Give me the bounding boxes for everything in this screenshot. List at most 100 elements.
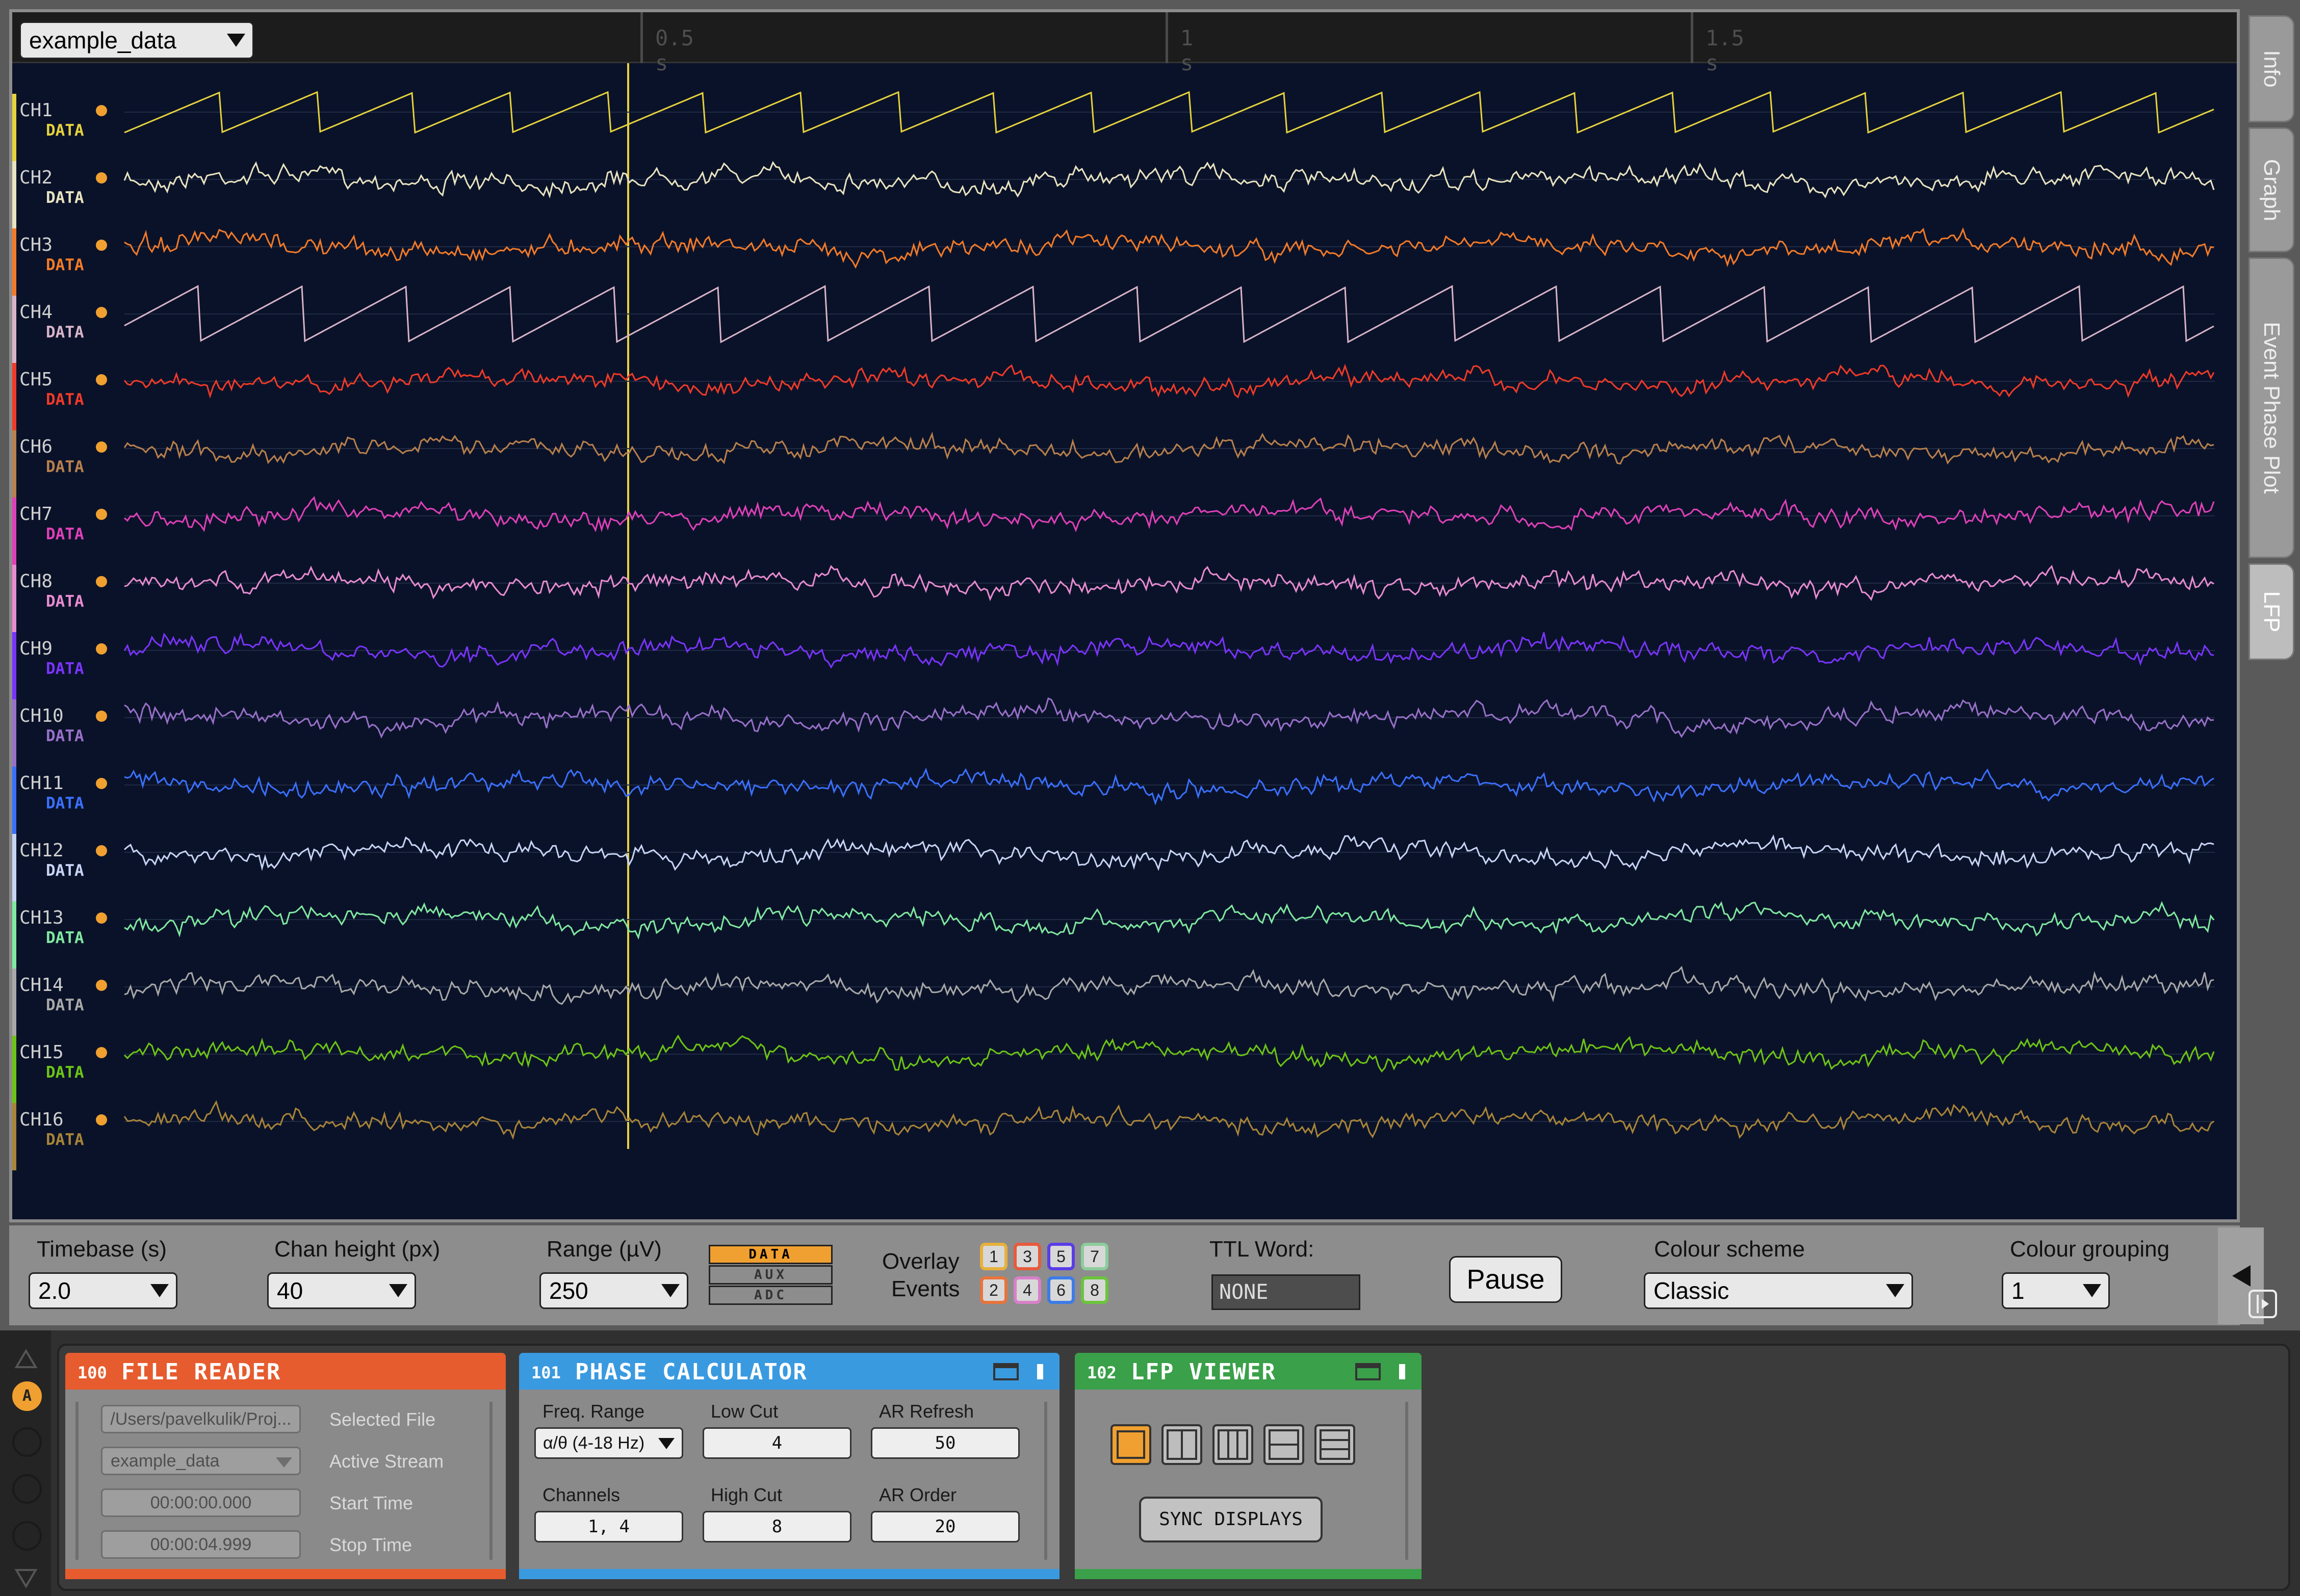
toggle-editor-icon[interactable]: [2249, 1290, 2277, 1318]
scroll-down-icon[interactable]: [14, 1568, 38, 1588]
channels-selector-button[interactable]: 1, 4: [534, 1511, 683, 1542]
range-label: Range (µV): [547, 1237, 662, 1262]
selected-file-field[interactable]: /Users/pavelkulik/Proj...: [101, 1405, 301, 1433]
overlay-events-label-2: Events: [891, 1276, 960, 1301]
right-resize-handle[interactable]: [1044, 1402, 1047, 1560]
lfp-viewer-footer: [1075, 1569, 1422, 1579]
tab-info-label: Info: [2259, 50, 2284, 88]
left-resize-handle[interactable]: [75, 1402, 79, 1560]
overlay-event-4-button[interactable]: 4: [1014, 1276, 1041, 1304]
start-time-field[interactable]: 00:00:00.000: [101, 1488, 301, 1517]
channels-label: Channels: [542, 1484, 621, 1505]
overlay-events-label: Overlay: [882, 1249, 960, 1274]
pause-button[interactable]: Pause: [1449, 1256, 1562, 1303]
channel-trace: [124, 496, 2215, 533]
overlay-event-5-button[interactable]: 5: [1047, 1243, 1075, 1270]
ar-order-label: AR Order: [879, 1484, 957, 1505]
layout-two-columns-button[interactable]: [1161, 1424, 1202, 1465]
low-cut-label: Low Cut: [711, 1401, 779, 1422]
layout-two-rows-icon: [1269, 1429, 1299, 1460]
lfp-viewer-editor[interactable]: 102 LFP VIEWER SYNC DISPLAYS: [1075, 1353, 1422, 1579]
chevron-down-icon: [150, 1284, 169, 1297]
layout-three-rows-icon: [1320, 1429, 1350, 1460]
tab-lfp-label: LFP: [2259, 591, 2284, 633]
range-dropdown[interactable]: 250: [539, 1272, 688, 1309]
channel-trace: [124, 965, 2214, 1005]
tab-graph[interactable]: Graph: [2249, 127, 2294, 252]
signal-chain-slot[interactable]: [12, 1474, 42, 1504]
ttl-word-label: TTL Word:: [1209, 1237, 1314, 1262]
processor-id: 101: [531, 1363, 561, 1382]
stop-time-field[interactable]: 00:00:04.999: [101, 1530, 301, 1559]
collapse-editor-icon[interactable]: [993, 1363, 1019, 1380]
phase-calculator-editor[interactable]: 101 PHASE CALCULATOR Freq. Range α/θ (4-…: [519, 1353, 1059, 1579]
overlay-event-7-button[interactable]: 7: [1081, 1243, 1108, 1270]
chevron-down-icon: [276, 1457, 292, 1468]
freq-range-label: Freq. Range: [542, 1401, 645, 1422]
freq-range-value: α/θ (4-18 Hz): [543, 1433, 645, 1453]
stream-selector-dropdown[interactable]: example_data: [19, 21, 254, 59]
layout-three-rows-button[interactable]: [1314, 1424, 1355, 1465]
signal-chain-slot[interactable]: [12, 1521, 42, 1551]
overlay-event-2-button[interactable]: 2: [980, 1276, 1007, 1304]
layout-three-columns-button[interactable]: [1212, 1424, 1253, 1465]
colour-grouping-dropdown[interactable]: 1: [2002, 1272, 2110, 1309]
range-type-adc-button[interactable]: ADC: [709, 1286, 833, 1305]
time-tick: 0.5 s: [640, 12, 694, 75]
channel-trace: [123, 632, 2214, 669]
ar-refresh-input[interactable]: 50: [871, 1427, 1020, 1459]
chevron-down-icon: [658, 1438, 675, 1449]
signal-chain-a-button[interactable]: A: [12, 1381, 42, 1411]
chevron-down-icon: [661, 1284, 680, 1297]
low-cut-input[interactable]: 4: [703, 1427, 851, 1459]
file-reader-editor[interactable]: 100 FILE READER /Users/pavelkulik/Proj..…: [65, 1353, 506, 1579]
overlay-event-3-button[interactable]: 3: [1014, 1243, 1041, 1270]
chan-height-dropdown[interactable]: 40: [267, 1272, 416, 1309]
tab-lfp[interactable]: LFP: [2249, 563, 2294, 660]
active-stream-label: Active Stream: [329, 1451, 444, 1472]
tab-graph-label: Graph: [2259, 159, 2284, 221]
layout-single-button[interactable]: [1110, 1424, 1151, 1465]
ttl-word-field: NONE: [1211, 1274, 1360, 1310]
signal-chain-slot[interactable]: [12, 1427, 42, 1457]
processor-id: 102: [1087, 1363, 1117, 1382]
timebase-value: 2.0: [38, 1277, 71, 1304]
tab-event-phase-plot-label: Event Phase Plot: [2259, 322, 2284, 494]
overlay-event-6-button[interactable]: 6: [1047, 1276, 1075, 1304]
chevron-down-icon: [2083, 1284, 2101, 1297]
pin-icon[interactable]: [1396, 1362, 1408, 1381]
processor-id: 100: [77, 1363, 107, 1382]
phase-calculator-title-bar[interactable]: 101 PHASE CALCULATOR: [519, 1353, 1059, 1390]
timebase-dropdown[interactable]: 2.0: [29, 1272, 177, 1309]
freq-range-dropdown[interactable]: α/θ (4-18 Hz): [534, 1427, 683, 1459]
layout-three-columns-icon: [1218, 1429, 1248, 1460]
range-type-aux-button[interactable]: AUX: [709, 1265, 833, 1285]
colour-scheme-dropdown[interactable]: Classic: [1644, 1272, 1913, 1309]
chan-height-label: Chan height (px): [274, 1237, 441, 1262]
trace-plot-area[interactable]: CH1 DATA CH2 DATA CH3 DATA CH4 DATA CH5 DATA CH6 DA…: [12, 63, 2237, 1220]
layout-two-rows-button[interactable]: [1263, 1424, 1304, 1465]
stream-selector-value: example_data: [29, 27, 176, 54]
ar-order-input[interactable]: 20: [871, 1511, 1020, 1542]
range-type-data-button[interactable]: DATA: [709, 1245, 833, 1264]
collapse-editor-icon[interactable]: [1355, 1363, 1381, 1380]
right-resize-handle[interactable]: [489, 1402, 493, 1560]
high-cut-input[interactable]: 8: [703, 1511, 851, 1542]
lfp-viewer-title-bar[interactable]: 102 LFP VIEWER: [1075, 1353, 1422, 1390]
tab-info[interactable]: Info: [2249, 15, 2294, 122]
layout-single-icon: [1117, 1430, 1145, 1459]
stop-time-label: Stop Time: [329, 1534, 412, 1555]
file-reader-title-bar[interactable]: 100 FILE READER: [65, 1353, 506, 1390]
active-stream-dropdown[interactable]: example_data: [101, 1447, 301, 1475]
pin-icon[interactable]: [1034, 1362, 1046, 1381]
overlay-event-1-button[interactable]: 1: [980, 1243, 1007, 1270]
high-cut-label: High Cut: [711, 1484, 783, 1505]
chevron-down-icon: [1886, 1284, 1904, 1297]
processor-title: FILE READER: [121, 1359, 281, 1385]
right-resize-handle[interactable]: [1405, 1402, 1408, 1560]
scroll-up-icon[interactable]: [14, 1349, 38, 1369]
tab-event-phase-plot[interactable]: Event Phase Plot: [2249, 257, 2294, 558]
sync-displays-button[interactable]: SYNC DISPLAYS: [1139, 1497, 1323, 1542]
colour-grouping-value: 1: [2011, 1277, 2025, 1304]
overlay-event-8-button[interactable]: 8: [1081, 1276, 1108, 1304]
